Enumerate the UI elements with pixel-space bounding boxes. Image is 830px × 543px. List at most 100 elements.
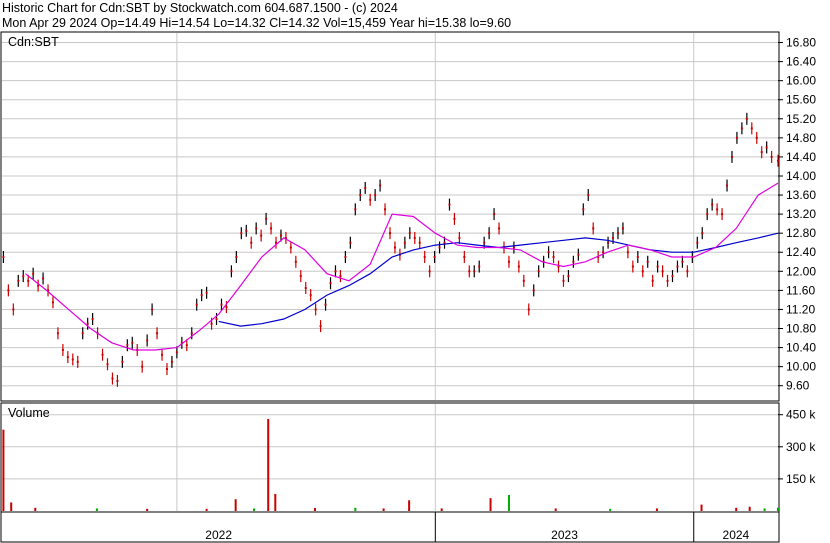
price-close-dot xyxy=(81,332,84,335)
price-close-dot xyxy=(7,289,10,292)
price-close-dot xyxy=(735,136,738,139)
price-close-dot xyxy=(210,322,213,325)
price-y-ticks: 16.80 16.40 16.00 15.60 15.20 14.80 14.40 14.00… xyxy=(778,36,816,393)
price-close-dot xyxy=(547,251,550,254)
price-close-dot xyxy=(121,360,124,363)
price-close-dot xyxy=(651,279,654,282)
volume-bar xyxy=(354,507,357,511)
price-close-dot xyxy=(200,294,203,297)
price-close-dot xyxy=(245,229,248,232)
volume-bar xyxy=(274,493,277,511)
price-close-dot xyxy=(716,208,719,211)
price-close-dot xyxy=(631,265,634,268)
price-close-dot xyxy=(676,265,679,268)
price-close-dot xyxy=(86,322,89,325)
volume-tick-label: 300 k xyxy=(786,440,816,454)
price-close-dot xyxy=(304,286,307,289)
price-close-dot xyxy=(641,270,644,273)
price-tick-label: 15.20 xyxy=(786,112,816,126)
price-close-dot xyxy=(32,272,35,275)
price-close-dot xyxy=(463,256,466,259)
price-close-dot xyxy=(433,256,436,259)
volume-panel-title: Volume xyxy=(8,406,50,420)
price-close-dot xyxy=(740,127,743,130)
price-close-dot xyxy=(329,282,332,285)
price-close-dot xyxy=(270,227,273,230)
volume-bar xyxy=(507,494,510,511)
price-close-dot xyxy=(61,348,64,351)
volume-bar xyxy=(554,508,557,511)
price-close-dot xyxy=(205,291,208,294)
price-tick-label: 10.80 xyxy=(786,322,816,336)
volume-tick-label: 450 k xyxy=(786,408,816,422)
price-close-dot xyxy=(220,303,223,306)
price-close-dot xyxy=(170,360,173,363)
price-close-dot xyxy=(389,232,391,235)
price-close-dot xyxy=(577,253,580,256)
price-close-dot xyxy=(755,136,758,139)
volume-bar xyxy=(763,508,766,511)
volume-bar xyxy=(34,507,37,511)
price-tick-label: 16.40 xyxy=(786,55,816,69)
price-close-dot xyxy=(71,358,74,361)
price-close-dot xyxy=(126,344,129,347)
price-close-dot xyxy=(453,217,456,220)
price-close-dot xyxy=(324,303,327,306)
price-close-dot xyxy=(2,256,5,259)
price-close-dot xyxy=(507,260,510,263)
x-axis-year-label: 2023 xyxy=(551,528,578,542)
price-close-dot xyxy=(260,234,263,237)
price-tick-label: 16.00 xyxy=(786,74,816,88)
price-close-dot xyxy=(161,353,164,356)
price-close-dot xyxy=(141,365,144,368)
x-axis-year-label: 2024 xyxy=(723,528,750,542)
price-close-dot xyxy=(240,232,243,235)
price-tick-label: 12.40 xyxy=(786,245,816,259)
price-close-dot xyxy=(12,308,15,311)
price-close-dot xyxy=(359,194,362,197)
volume-bar xyxy=(609,508,612,511)
price-close-dot xyxy=(250,241,253,244)
price-close-dot xyxy=(626,251,629,254)
price-close-dot xyxy=(621,227,624,230)
price-close-dot xyxy=(364,186,367,189)
volume-panel-frame xyxy=(0,402,780,513)
price-close-dot xyxy=(156,332,159,335)
price-close-dot xyxy=(131,341,134,344)
price-close-dot xyxy=(374,194,377,197)
price-close-dot xyxy=(309,294,312,297)
price-close-dot xyxy=(279,234,282,237)
price-close-dot xyxy=(537,270,540,273)
price-close-dot xyxy=(616,232,619,235)
price-close-dot xyxy=(478,265,481,268)
price-close-dot xyxy=(354,208,357,211)
price-close-dot xyxy=(532,289,535,292)
price-tick-label: 10.40 xyxy=(786,341,816,355)
price-close-dot xyxy=(190,332,193,335)
price-close-dot xyxy=(483,241,486,244)
price-close-dot xyxy=(76,360,79,363)
price-close-dot xyxy=(91,317,94,320)
price-close-dot xyxy=(666,279,669,282)
price-close-dot xyxy=(522,279,525,282)
price-close-dot xyxy=(770,155,773,158)
price-close-dot xyxy=(51,301,54,304)
price-tick-label: 12.80 xyxy=(786,226,816,240)
price-close-dot xyxy=(607,241,610,244)
price-close-dot xyxy=(225,306,228,309)
price-close-dot xyxy=(696,241,699,244)
volume-bar xyxy=(655,508,658,511)
price-close-dot xyxy=(443,241,446,244)
price-tick-label: 12.00 xyxy=(786,264,816,278)
price-tick-label: 9.60 xyxy=(786,379,810,393)
volume-bar xyxy=(146,508,149,511)
price-close-dot xyxy=(146,339,149,342)
price-close-dot xyxy=(106,363,109,366)
price-close-dot xyxy=(517,265,520,268)
price-tick-label: 14.00 xyxy=(786,169,816,183)
price-close-dot xyxy=(215,317,218,320)
price-close-dot xyxy=(265,217,268,220)
price-close-dot xyxy=(745,117,748,120)
price-close-dot xyxy=(418,241,421,244)
price-close-dot xyxy=(750,127,753,130)
